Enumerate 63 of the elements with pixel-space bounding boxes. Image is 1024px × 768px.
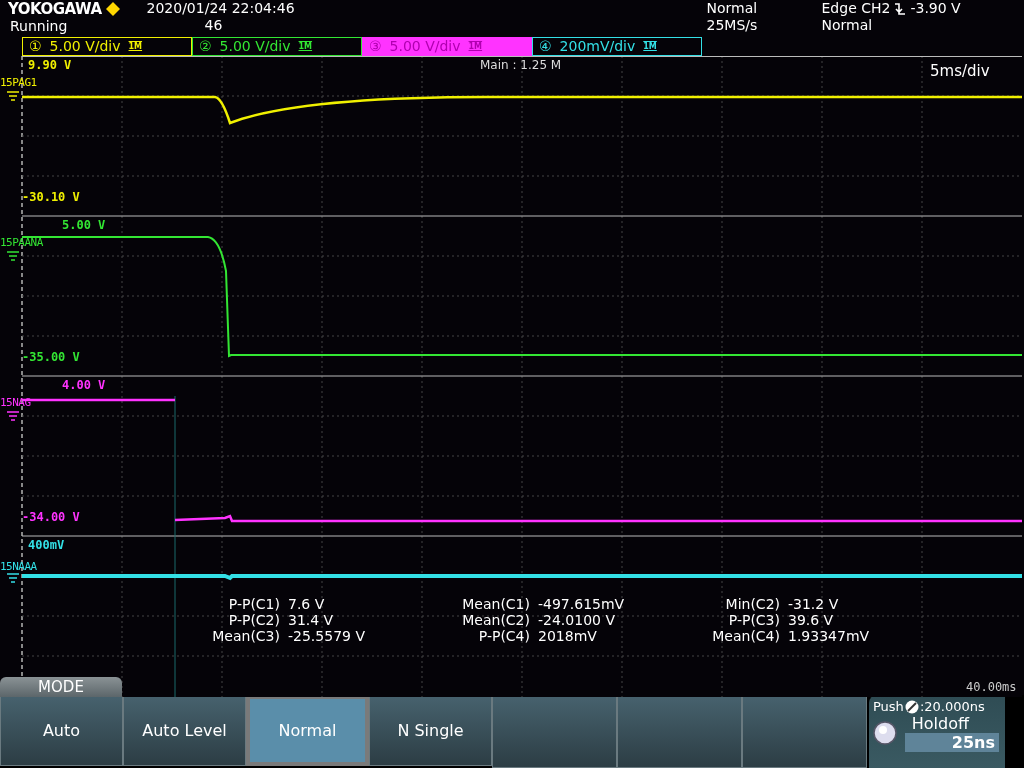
holdoff-value-field[interactable]: 25ns xyxy=(905,733,999,752)
holdoff-title: Holdoff xyxy=(911,714,969,733)
step-value: :20.000ns xyxy=(919,699,985,714)
channel-scale[interactable]: ④ 200mV/div 1M xyxy=(532,36,702,56)
zoom-label: Main : 1.25 M xyxy=(480,57,562,72)
sample-rate: 25MS/s xyxy=(706,17,759,34)
run-state: Running xyxy=(9,18,69,35)
measurement-label: P-P(C2) xyxy=(227,611,280,628)
blank-soft-key[interactable] xyxy=(492,695,617,768)
measurement-value: 7.6 V xyxy=(288,595,325,612)
blank-soft-key[interactable] xyxy=(617,695,742,768)
push-label: Push xyxy=(873,699,904,714)
time-span-label: 40.00ms xyxy=(966,679,1017,694)
ground-icon xyxy=(6,571,20,584)
measurement-label: Mean(C1) xyxy=(461,595,530,612)
scale-top-value: 5.00 V xyxy=(62,217,106,232)
brand-logo: YOKOGAWA xyxy=(8,0,102,18)
channel-scale[interactable]: ② 5.00 V/div 1M xyxy=(192,36,362,56)
measurement-label: P-P(C4) xyxy=(477,627,530,644)
knob-icon[interactable] xyxy=(873,721,897,745)
soft-key[interactable]: Normal xyxy=(246,695,369,766)
channel-label: 15PAG1 xyxy=(0,75,37,90)
trigger-level: -3.90 V xyxy=(910,0,961,17)
date-time: 2020/01/24 22:04:46 xyxy=(146,0,296,17)
trigger-source: Edge CH2 xyxy=(821,0,891,17)
falling-edge-icon xyxy=(894,1,907,16)
scale-top-value: 400mV xyxy=(28,537,65,552)
diamond-icon xyxy=(104,1,121,17)
ground-icon xyxy=(6,249,20,262)
measurement-value: -25.5579 V xyxy=(288,627,365,644)
acquisition-mode: Normal xyxy=(706,0,759,17)
measurement-label: P-P(C3) xyxy=(727,611,780,628)
channel-scale[interactable]: ① 5.00 V/div 1M xyxy=(22,36,192,56)
measurement-label: Mean(C4) xyxy=(711,627,780,644)
scale-bottom-value: -34.00 V xyxy=(22,509,80,524)
timebase-label: 5ms/div xyxy=(930,61,990,80)
measurement-value: -24.0100 V xyxy=(538,611,615,628)
acquisition-count: 46 xyxy=(203,17,224,34)
soft-key[interactable]: N Single xyxy=(369,695,492,766)
measurement-label: P-P(C1) xyxy=(227,595,280,612)
measurement-label: Min(C2) xyxy=(724,595,780,612)
measurement-label: Mean(C2) xyxy=(461,611,530,628)
blank-soft-key[interactable] xyxy=(742,695,867,768)
measurement-value: 2018mV xyxy=(538,627,597,644)
knob-push-icon xyxy=(904,699,919,714)
soft-key[interactable]: Auto xyxy=(0,695,123,766)
measurement-value: -31.2 V xyxy=(788,595,839,612)
ground-icon xyxy=(6,89,20,102)
measurement-value: 31.4 V xyxy=(288,611,334,628)
soft-key[interactable]: Auto Level xyxy=(123,695,246,766)
channel-label: 15NAAA xyxy=(0,559,37,574)
channel-label: 15PAANA xyxy=(0,235,43,250)
measurement-value: -497.615mV xyxy=(538,595,625,612)
scale-top-value: 9.90 V xyxy=(28,57,72,72)
scale-bottom-value: -30.10 V xyxy=(22,189,80,204)
ground-icon xyxy=(6,409,20,422)
measurement-label: Mean(C3) xyxy=(211,627,280,644)
scale-top-value: 4.00 V xyxy=(62,377,106,392)
measurement-value: 39.6 V xyxy=(788,611,834,628)
channel-label: 15NAG xyxy=(0,395,31,410)
scale-bottom-value: -35.00 V xyxy=(22,349,80,364)
measurement-value: 1.93347mV xyxy=(788,627,870,644)
trigger-mode: Normal xyxy=(821,17,874,34)
